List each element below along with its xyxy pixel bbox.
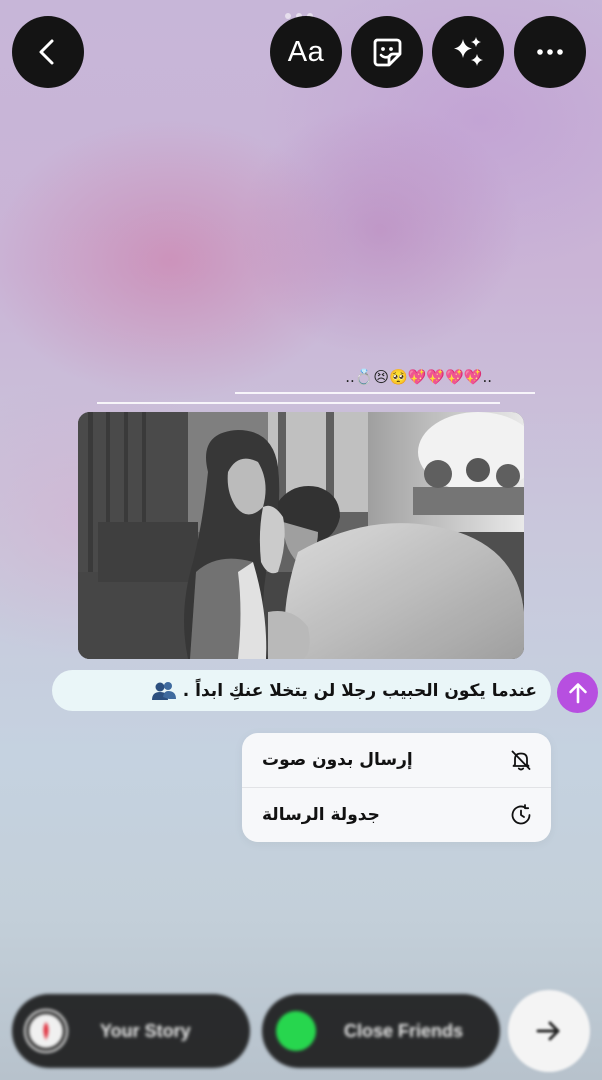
sparkles-icon bbox=[454, 37, 483, 66]
back-button[interactable] bbox=[12, 16, 84, 88]
sticker-icon bbox=[373, 38, 402, 67]
menu-item-label: إرسال بدون صوت bbox=[262, 750, 413, 770]
your-story-label: Your Story bbox=[100, 1020, 191, 1041]
close-friends-label: Close Friends bbox=[344, 1020, 464, 1041]
people-icon bbox=[151, 681, 177, 701]
text-tool-label: Aa bbox=[287, 35, 325, 68]
text-tool-button[interactable]: Aa bbox=[270, 16, 342, 88]
photo-illustration bbox=[78, 412, 524, 659]
story-photo[interactable] bbox=[78, 412, 524, 659]
share-next-button[interactable] bbox=[508, 990, 590, 1072]
menu-item-send-silently[interactable]: إرسال بدون صوت bbox=[242, 733, 551, 787]
divider-line bbox=[235, 392, 535, 394]
your-story-button[interactable]: Your Story bbox=[12, 994, 250, 1068]
send-options-menu: إرسال بدون صوت جدولة الرسالة bbox=[242, 733, 551, 842]
menu-item-schedule-message[interactable]: جدولة الرسالة bbox=[242, 787, 551, 842]
more-horizontal-icon bbox=[537, 49, 563, 55]
avatar bbox=[26, 1011, 66, 1051]
bell-off-icon bbox=[509, 748, 533, 772]
send-button[interactable] bbox=[557, 672, 598, 713]
arrow-up-icon bbox=[568, 682, 587, 703]
divider-line bbox=[97, 402, 500, 404]
effects-button[interactable] bbox=[432, 16, 504, 88]
arrow-right-icon bbox=[536, 1021, 560, 1041]
clock-icon bbox=[509, 803, 533, 827]
message-text: عندما يكون الحبيب رجلا لن يتخلا عنكِ ابد… bbox=[182, 680, 537, 701]
close-friends-button[interactable]: Close Friends bbox=[262, 994, 500, 1068]
sticker-button[interactable] bbox=[351, 16, 423, 88]
close-friends-star-icon bbox=[276, 1011, 316, 1051]
menu-item-label: جدولة الرسالة bbox=[262, 805, 380, 825]
more-options-button[interactable] bbox=[514, 16, 586, 88]
chevron-left-icon bbox=[39, 39, 54, 65]
decoration-text: ..💖💖💖💖🥺😣💍.. bbox=[345, 368, 492, 386]
message-input[interactable]: عندما يكون الحبيب رجلا لن يتخلا عنكِ ابد… bbox=[52, 670, 551, 711]
